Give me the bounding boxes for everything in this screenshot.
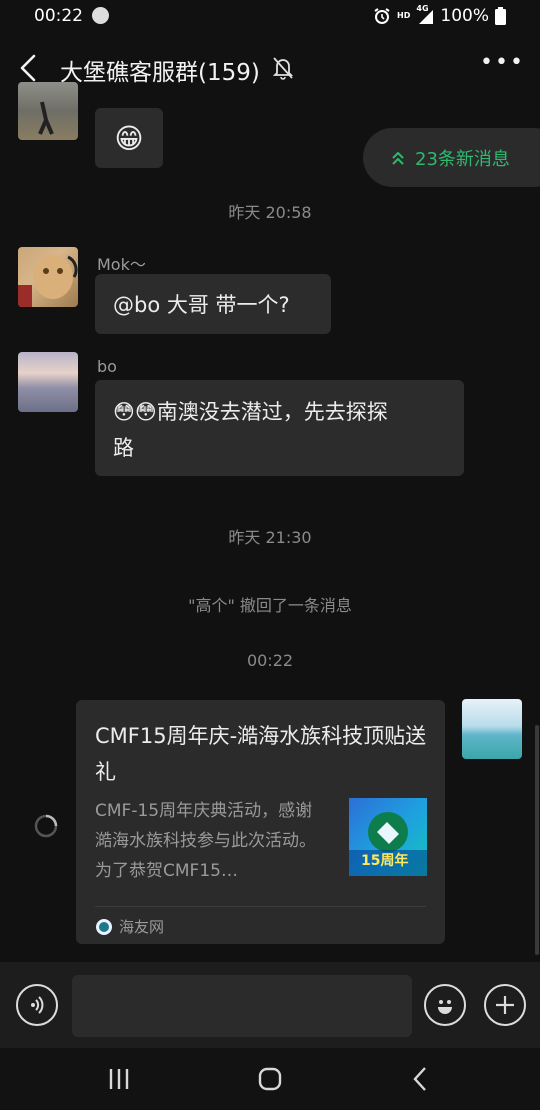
- emoji-content: 😁: [114, 121, 144, 155]
- avatar[interactable]: [18, 82, 78, 140]
- voice-icon: [31, 996, 44, 1014]
- emoji-bubble[interactable]: 😁: [95, 108, 163, 168]
- recall-notice: "高个" 撤回了一条消息: [188, 596, 352, 615]
- link-title: CMF15周年庆-澔海水族科技顶贴送礼: [95, 724, 427, 784]
- more-functions-button[interactable]: [484, 984, 526, 1026]
- status-icons: HD 4G 100%: [373, 5, 506, 26]
- link-thumbnail: 15周年: [349, 798, 427, 876]
- message-input[interactable]: [72, 975, 412, 1037]
- emoji-icon: [438, 1000, 452, 1014]
- input-bar: [0, 962, 540, 1048]
- scrollbar[interactable]: [535, 725, 539, 955]
- plus-icon: [496, 996, 514, 1014]
- message-bubble[interactable]: 😳😳南澳没去潜过，先去探探 路: [95, 380, 464, 476]
- new-messages-button[interactable]: 23条新消息: [363, 128, 540, 187]
- mute-bell-icon: [272, 57, 294, 80]
- more-icon[interactable]: •••: [480, 50, 525, 75]
- avatar[interactable]: [18, 352, 78, 412]
- voice-button[interactable]: [16, 984, 58, 1026]
- home-icon[interactable]: [257, 1067, 283, 1091]
- source-logo-icon: [96, 918, 112, 935]
- recent-apps-icon[interactable]: [107, 1067, 131, 1091]
- navigation-bar: [0, 1048, 540, 1110]
- sender-name: Mok～: [97, 255, 146, 274]
- chat-title: 大堡礁客服群(159): [60, 60, 260, 86]
- link-description: CMF-15周年庆典活动，感谢澔海水族科技参与此次活动。为了恭贺CMF15…: [95, 801, 316, 881]
- timestamp: 昨天 20:58: [228, 203, 312, 222]
- hd-label: HD: [397, 11, 411, 20]
- message-bubble[interactable]: @bo 大哥 带一个?: [95, 274, 331, 334]
- new-messages-label: 23条新消息: [415, 148, 510, 170]
- source-name: 海友网: [119, 918, 165, 936]
- emoji-button[interactable]: [424, 984, 466, 1026]
- alarm-icon: [374, 8, 390, 24]
- message-text-line: 😳😳南澳没去潜过，先去探探: [113, 400, 388, 424]
- status-bar: 00:22 HD 4G 100%: [0, 0, 540, 34]
- my-avatar[interactable]: [462, 699, 522, 759]
- app-notification-icon: [92, 7, 109, 24]
- battery-icon: [495, 7, 506, 25]
- thumbnail-text: 15周年: [361, 853, 409, 869]
- back-icon[interactable]: [18, 54, 38, 82]
- timestamp: 00:22: [246, 651, 294, 670]
- signal-icon: 4G: [416, 5, 434, 25]
- nav-back-icon[interactable]: [410, 1066, 430, 1092]
- chat-header: 大堡礁客服群(159) •••: [0, 34, 540, 102]
- message-text: @bo 大哥 带一个?: [113, 293, 290, 317]
- timestamp: 昨天 21:30: [228, 528, 312, 547]
- battery-percent: 100%: [440, 6, 489, 26]
- double-chevron-up-icon: [392, 151, 404, 165]
- divider: [95, 906, 426, 907]
- avatar[interactable]: [18, 247, 78, 307]
- sender-name: bo: [97, 357, 117, 376]
- link-source: 海友网: [95, 916, 164, 937]
- link-card[interactable]: CMF15周年庆-澔海水族科技顶贴送礼 CMF-15周年庆典活动，感谢澔海水族科…: [76, 700, 445, 944]
- status-time: 00:22: [34, 6, 83, 26]
- loading-spinner-icon: [34, 814, 58, 838]
- message-text-line: 路: [113, 436, 134, 460]
